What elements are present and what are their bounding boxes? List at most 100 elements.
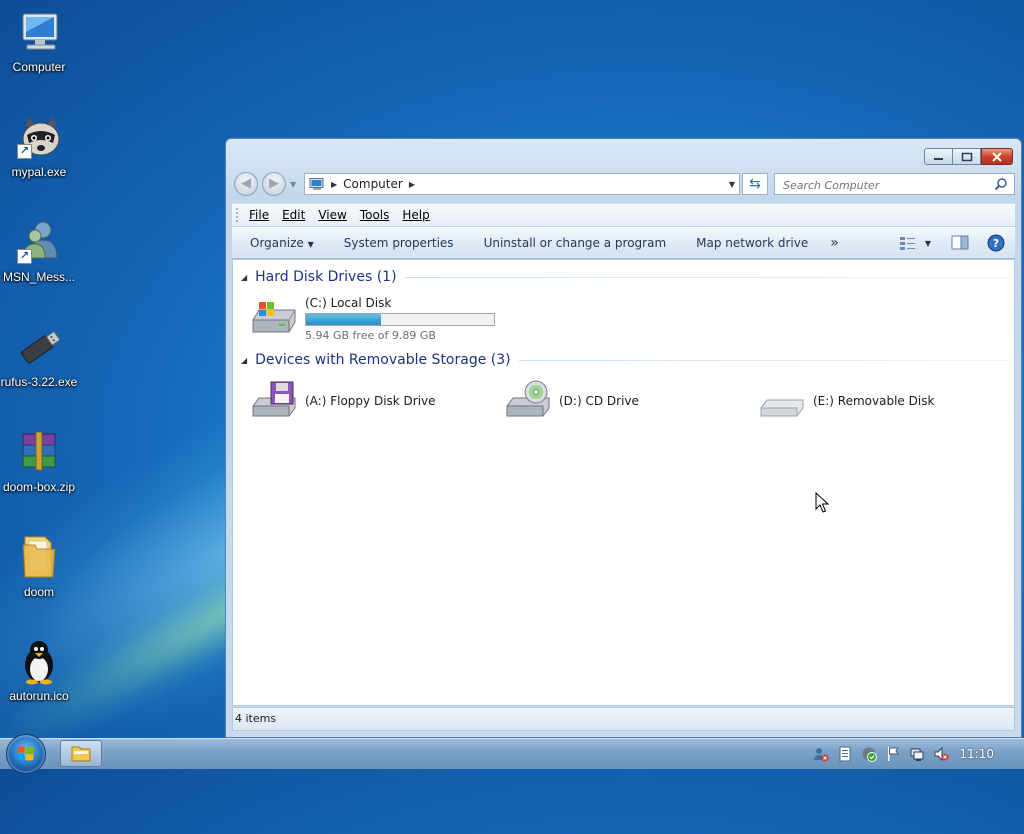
desktop-icon-mypal[interactable]: ↗ mypal.exe [0, 113, 78, 179]
folder-icon [15, 533, 63, 581]
desktop-icon-label: autorun.ico [9, 689, 69, 703]
windows-logo-icon [17, 746, 34, 761]
more-commands-button[interactable]: » [830, 235, 839, 251]
breadcrumb-chevron-icon[interactable]: ▶ [331, 180, 337, 189]
drive-name: (A:) Floppy Disk Drive [305, 394, 436, 408]
local-disk-icon [249, 296, 299, 336]
menu-tools[interactable]: Tools [360, 208, 390, 222]
back-button[interactable]: ◀ [234, 172, 258, 196]
folder-icon [71, 746, 91, 762]
command-bar: Organize ▼ System properties Uninstall o… [232, 227, 1015, 259]
menu-file[interactable]: File [249, 208, 269, 222]
shortcut-arrow-icon: ↗ [17, 249, 32, 264]
desktop-icon-autorun[interactable]: autorun.ico [0, 637, 78, 703]
file-list-pane[interactable]: ◢ Hard Disk Drives (1) (C:) Local Disk 5… [232, 259, 1015, 706]
mouse-cursor-icon [815, 492, 830, 513]
menu-view[interactable]: View [318, 208, 346, 222]
explorer-window[interactable]: ◀ ▶ ▼ ▶ Computer ▶ ▼ ⇆ Search Computer F… [225, 138, 1022, 738]
desktop-icon-rufus[interactable]: rufus-3.22.exe [0, 323, 78, 389]
drive-item-c[interactable]: (C:) Local Disk 5.94 GB free of 9.89 GB [249, 296, 495, 342]
item-count: 4 items [235, 712, 277, 725]
help-icon[interactable]: ? [987, 234, 1005, 252]
minimize-button[interactable] [924, 148, 953, 165]
preview-pane-icon[interactable] [951, 235, 969, 251]
breadcrumb-computer[interactable]: Computer [343, 177, 403, 191]
collapse-triangle-icon[interactable]: ◢ [241, 273, 247, 282]
restore-icon [961, 152, 972, 161]
desktop-icon-label: rufus-3.22.exe [0, 375, 78, 389]
search-box[interactable] [774, 173, 1015, 195]
address-row: ◀ ▶ ▼ ▶ Computer ▶ ▼ ⇆ [234, 172, 1015, 196]
address-bar[interactable]: ▶ Computer ▶ ▼ [304, 173, 740, 195]
breadcrumb-chevron-icon[interactable]: ▶ [409, 180, 415, 189]
desktop-icon-label: doom-box.zip [2, 480, 76, 494]
close-button[interactable] [981, 148, 1013, 165]
desktop-icon-label: doom [23, 585, 55, 599]
group-header-removable[interactable]: ◢ Devices with Removable Storage (3) [241, 352, 1011, 368]
desktop-icon-label: MSN_Mess... [2, 270, 75, 284]
menu-help[interactable]: Help [402, 208, 429, 222]
map-network-drive-button[interactable]: Map network drive [696, 236, 808, 250]
group-header-hard-disks[interactable]: ◢ Hard Disk Drives (1) [241, 269, 1011, 285]
disk-usage-bar [305, 313, 495, 326]
chevron-down-icon: ▼ [307, 240, 314, 249]
usb-drive-icon [15, 323, 63, 371]
refresh-button[interactable]: ⇆ [742, 173, 768, 195]
removable-disk-icon [757, 380, 807, 420]
taskbar-explorer-button[interactable] [60, 740, 102, 767]
drive-item-a[interactable]: (A:) Floppy Disk Drive [249, 380, 436, 420]
back-arrow-icon: ◀ [241, 176, 251, 191]
drive-item-e[interactable]: (E:) Removable Disk [757, 380, 934, 420]
address-dropdown-icon[interactable]: ▼ [729, 180, 735, 189]
caption-buttons [924, 148, 1013, 165]
maximize-button[interactable] [953, 148, 981, 165]
desktop-icon-computer[interactable]: Computer [0, 8, 78, 74]
collapse-triangle-icon[interactable]: ◢ [241, 356, 247, 365]
recent-pages-dropdown[interactable]: ▼ [290, 180, 296, 189]
drive-name: (D:) CD Drive [559, 394, 639, 408]
desktop-icon-msn[interactable]: ↗ MSN_Mess... [0, 218, 78, 284]
close-icon [992, 151, 1002, 162]
drive-item-d[interactable]: (D:) CD Drive [503, 380, 639, 420]
drive-name: (C:) Local Disk [305, 296, 392, 310]
search-input[interactable] [781, 175, 985, 195]
users-alert-icon[interactable] [813, 746, 829, 762]
menu-grip [236, 208, 241, 222]
computer-icon [15, 8, 63, 56]
security-shield-icon[interactable] [861, 746, 878, 762]
taskbar: 11:10 [0, 734, 1024, 774]
clock[interactable]: 11:10 [959, 747, 994, 761]
organize-label: Organize [250, 236, 304, 250]
desktop-icon-doom-box[interactable]: doom-box.zip [0, 428, 78, 494]
view-controls: ▼ ? [899, 234, 1005, 252]
cd-drive-icon [503, 380, 553, 420]
raccoon-icon: ↗ [15, 113, 63, 161]
view-options-dropdown-icon[interactable]: ▼ [925, 239, 931, 248]
system-properties-button[interactable]: System properties [344, 236, 454, 250]
network-icon[interactable] [909, 746, 925, 762]
change-view-icon[interactable] [899, 235, 917, 251]
uninstall-program-button[interactable]: Uninstall or change a program [484, 236, 667, 250]
action-center-flag-icon[interactable] [885, 746, 901, 762]
msn-messenger-icon: ↗ [15, 218, 63, 266]
drive-name: (E:) Removable Disk [813, 394, 935, 408]
computer-small-icon [309, 177, 324, 190]
menu-bar: File Edit View Tools Help [232, 203, 1015, 226]
volume-muted-icon[interactable] [933, 746, 949, 762]
desktop-icon-doom[interactable]: doom [0, 533, 78, 599]
refresh-icon: ⇆ [749, 176, 761, 192]
desktop-icon-label: mypal.exe [11, 165, 67, 179]
group-divider [404, 276, 1011, 278]
organize-button[interactable]: Organize ▼ [250, 236, 314, 250]
floppy-drive-icon [249, 380, 299, 420]
svg-text:?: ? [993, 237, 999, 250]
search-icon[interactable] [994, 177, 1008, 191]
penguin-icon [15, 637, 63, 685]
forward-button[interactable]: ▶ [262, 172, 286, 196]
system-tray: 11:10 [805, 739, 1024, 769]
disk-usage-fill [306, 314, 382, 325]
document-icon[interactable] [837, 746, 853, 762]
menu-edit[interactable]: Edit [282, 208, 305, 222]
forward-arrow-icon: ▶ [269, 176, 279, 191]
start-button[interactable] [6, 734, 46, 774]
